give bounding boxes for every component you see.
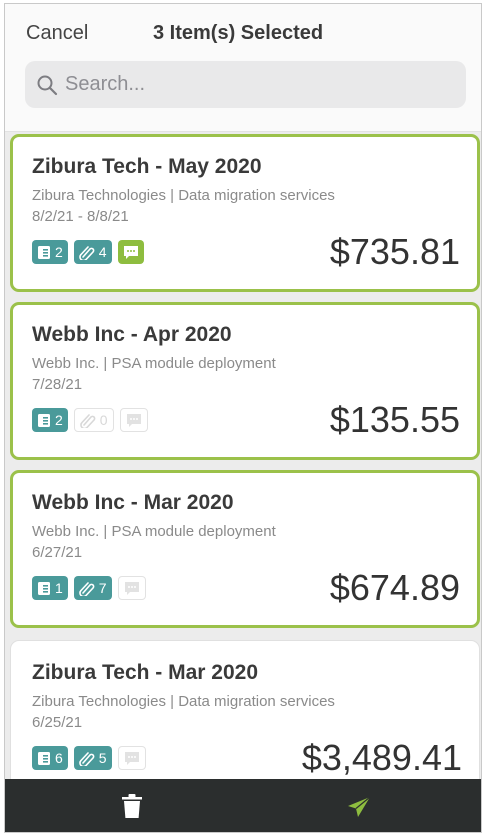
paperclip-icon bbox=[78, 581, 95, 596]
card-subtitle: Webb Inc. | PSA module deployment bbox=[32, 355, 276, 372]
attachment-badge: 0 bbox=[73, 408, 114, 432]
receipt-badge: 1 bbox=[32, 576, 68, 600]
receipt-count: 1 bbox=[55, 580, 63, 596]
card-amount: $135.55 bbox=[329, 399, 460, 440]
card-badges: 2 4 bbox=[32, 240, 144, 264]
comment-badge bbox=[119, 408, 148, 432]
expense-card[interactable]: Zibura Tech - May 2020 Zibura Technologi… bbox=[10, 134, 480, 292]
receipt-badge: 6 bbox=[32, 746, 68, 770]
card-date: 7/28/21 bbox=[32, 376, 83, 393]
receipt-badge: 2 bbox=[32, 240, 68, 264]
comment-icon bbox=[124, 581, 139, 595]
attachment-count: 4 bbox=[98, 244, 107, 260]
card-date: 8/2/21 - 8/8/21 bbox=[32, 208, 129, 225]
search-bar[interactable] bbox=[25, 61, 466, 108]
submit-button[interactable] bbox=[347, 796, 371, 823]
card-date: 6/27/21 bbox=[32, 544, 83, 561]
card-title: Webb Inc - Mar 2020 bbox=[32, 491, 234, 514]
receipt-icon bbox=[38, 413, 50, 427]
card-title: Webb Inc - Apr 2020 bbox=[32, 323, 232, 346]
receipt-icon bbox=[38, 581, 50, 595]
paperclip-icon bbox=[78, 245, 95, 260]
comment-icon bbox=[124, 751, 139, 765]
send-icon bbox=[348, 796, 371, 817]
cancel-button[interactable]: Cancel bbox=[26, 22, 88, 45]
comment-badge bbox=[117, 240, 144, 264]
card-date: 6/25/21 bbox=[32, 714, 83, 731]
card-subtitle: Zibura Technologies | Data migration ser… bbox=[32, 693, 335, 710]
card-amount: $3,489.41 bbox=[301, 737, 462, 778]
card-amount: $735.81 bbox=[329, 231, 460, 272]
paperclip-icon bbox=[79, 413, 96, 428]
bottom-toolbar bbox=[5, 779, 481, 832]
receipt-badge: 2 bbox=[32, 408, 68, 432]
receipt-count: 2 bbox=[55, 412, 63, 428]
card-title: Zibura Tech - May 2020 bbox=[32, 155, 262, 178]
comment-badge bbox=[117, 576, 146, 600]
card-title: Zibura Tech - Mar 2020 bbox=[32, 661, 259, 684]
expense-card[interactable]: Webb Inc - Mar 2020 Webb Inc. | PSA modu… bbox=[10, 470, 480, 628]
card-badges: 1 7 bbox=[32, 576, 146, 600]
search-icon bbox=[37, 75, 58, 96]
comment-icon bbox=[126, 413, 141, 427]
card-subtitle: Zibura Technologies | Data migration ser… bbox=[32, 187, 335, 204]
app-frame: Cancel 3 Item(s) Selected Zibura Tech - … bbox=[4, 3, 482, 833]
expense-card[interactable]: Zibura Tech - Mar 2020 Zibura Technologi… bbox=[10, 640, 480, 800]
card-badges: 6 5 bbox=[32, 746, 146, 770]
comment-badge bbox=[117, 746, 146, 770]
receipt-icon bbox=[38, 245, 50, 259]
receipt-count: 2 bbox=[55, 244, 63, 260]
card-subtitle: Webb Inc. | PSA module deployment bbox=[32, 523, 276, 540]
delete-button[interactable] bbox=[121, 793, 143, 824]
attachment-count: 7 bbox=[98, 580, 107, 596]
search-input[interactable] bbox=[65, 61, 455, 108]
card-amount: $674.89 bbox=[329, 567, 460, 608]
attachment-badge: 5 bbox=[73, 746, 112, 770]
receipt-count: 6 bbox=[55, 750, 63, 766]
attachment-count: 0 bbox=[99, 412, 108, 428]
comment-icon bbox=[123, 245, 138, 259]
trash-icon bbox=[122, 794, 142, 818]
expense-card[interactable]: Webb Inc - Apr 2020 Webb Inc. | PSA modu… bbox=[10, 302, 480, 460]
card-badges: 2 0 bbox=[32, 408, 148, 432]
attachment-count: 5 bbox=[98, 750, 107, 766]
top-bar: Cancel 3 Item(s) Selected bbox=[5, 4, 481, 132]
attachment-badge: 7 bbox=[73, 576, 112, 600]
page-title: 3 Item(s) Selected bbox=[153, 22, 324, 44]
paperclip-icon bbox=[78, 751, 95, 766]
receipt-icon bbox=[38, 751, 50, 765]
attachment-badge: 4 bbox=[73, 240, 112, 264]
